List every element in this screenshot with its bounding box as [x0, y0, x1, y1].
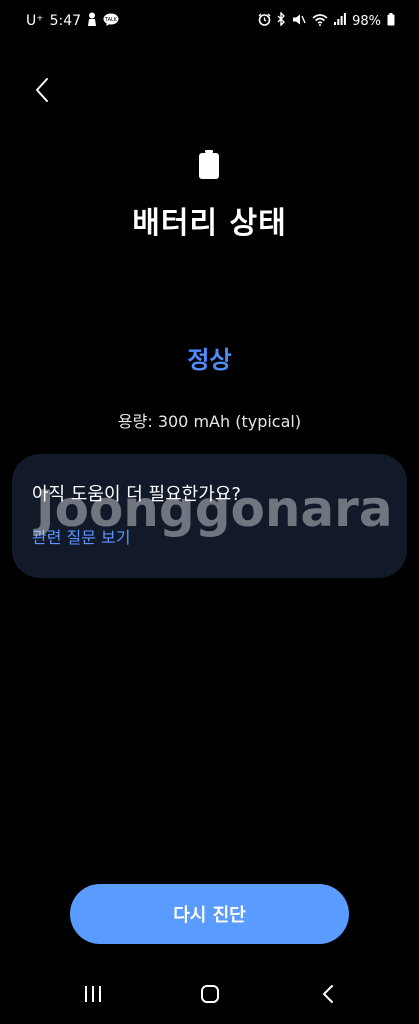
status-right: 98%: [258, 11, 395, 30]
help-card-title: 아직 도움이 더 필요한가요?: [32, 484, 241, 505]
battery-percent: 98%: [352, 13, 381, 29]
back-button[interactable]: [26, 76, 58, 108]
help-card: 아직 도움이 더 필요한가요? 관련 질문 보기: [12, 454, 407, 578]
recents-icon: [83, 985, 103, 1007]
home-button[interactable]: [192, 984, 228, 1008]
nav-back-button[interactable]: [310, 984, 346, 1008]
page-title: 배터리 상태: [132, 206, 287, 241]
battery-icon: [387, 12, 395, 30]
battery-icon: [197, 150, 221, 180]
mute-icon: [292, 13, 306, 30]
navigation-bar: [0, 966, 419, 1024]
home-icon: [200, 984, 220, 1008]
signal-icon: [334, 13, 346, 29]
svg-text:TALK: TALK: [104, 17, 118, 23]
battery-capacity: 용량: 300 mAh (typical): [117, 412, 302, 431]
related-questions-link[interactable]: 관련 질문 보기: [32, 524, 131, 548]
wifi-icon: [312, 13, 328, 30]
carrier-label: U⁺: [26, 13, 44, 29]
battery-status-value: 정상: [187, 346, 232, 374]
back-icon: [321, 984, 335, 1008]
rediagnose-button[interactable]: 다시 진단: [70, 884, 349, 944]
person-icon: [87, 12, 97, 30]
status-left: U⁺ 5:47 TALK: [26, 12, 119, 30]
clock: 5:47: [49, 13, 82, 29]
chevron-left-icon: [34, 77, 50, 107]
alarm-icon: [258, 13, 271, 30]
recents-button[interactable]: [75, 984, 111, 1008]
bluetooth-icon: [277, 11, 286, 30]
talk-icon: TALK: [103, 13, 119, 30]
status-bar: U⁺ 5:47 TALK 98%: [0, 0, 419, 44]
